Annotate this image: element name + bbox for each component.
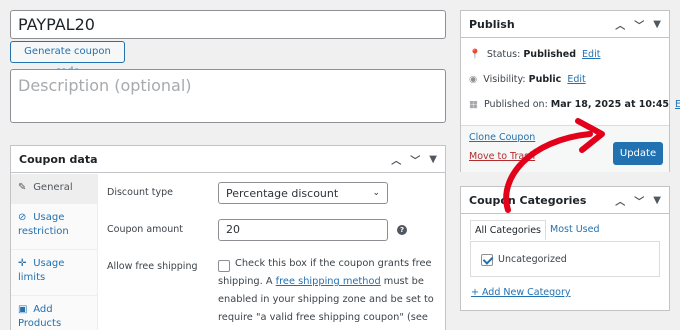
caret-down-icon[interactable]: ▼ <box>653 195 661 206</box>
description-textarea[interactable]: Description (optional) <box>10 69 446 123</box>
tab-all-categories[interactable]: All Categories <box>470 220 547 240</box>
tab-most-used[interactable]: Most Used <box>546 220 603 240</box>
pin-icon: 📍 <box>469 49 481 60</box>
tab-usage-limits-label-1: Usage <box>33 258 65 269</box>
annotation-arrow-icon <box>503 118 605 213</box>
tab-usage-restriction-label-1: Usage <box>33 212 65 223</box>
edit-visibility-link[interactable]: Edit <box>567 74 585 85</box>
status-value: Published <box>523 49 577 60</box>
tab-add-products[interactable]: ▣ Add Products <box>11 296 97 330</box>
publish-header: Publish ︿ ﹀ ▼ <box>461 11 669 38</box>
coupon-data-panel: Coupon data ︿ ﹀ ▼ ✎ General ⊘ Usage rest… <box>10 145 446 330</box>
edit-status-link[interactable]: Edit <box>582 49 600 60</box>
status-row: 📍 Status: Published Edit <box>469 49 600 60</box>
free-shipping-text-line4: require "a valid free shipping coupon" (… <box>218 312 428 323</box>
generate-coupon-code-button[interactable]: Generate coupon code <box>10 41 125 77</box>
coupon-title-input[interactable]: PAYPAL20 <box>10 10 446 39</box>
visibility-value: Public <box>528 74 562 85</box>
tab-usage-restriction-label-2: restriction <box>18 226 69 237</box>
free-shipping-text-line2: shipping. A free shipping method must be <box>218 273 435 291</box>
category-tabs: All Categories Most Used <box>470 220 604 240</box>
status-label: Status: <box>486 49 524 60</box>
eye-icon: ◉ <box>469 74 478 85</box>
tab-add-products-label-2: Products <box>18 318 62 329</box>
discount-type-value: Percentage discount <box>226 186 339 200</box>
update-button[interactable]: Update <box>613 142 663 165</box>
help-icon[interactable]: ? <box>397 225 407 235</box>
add-new-category-link[interactable]: + Add New Category <box>471 287 571 298</box>
chevron-down-icon[interactable]: ﹀ <box>410 152 420 167</box>
uncategorized-label: Uncategorized <box>498 254 567 265</box>
coupon-data-header: Coupon data ︿ ﹀ ▼ <box>11 146 445 173</box>
free-shipping-text-line3: enabled in your shipping zone and be set… <box>218 294 434 305</box>
coupon-amount-label: Coupon amount <box>107 224 184 235</box>
caret-down-icon[interactable]: ▼ <box>429 154 437 165</box>
chevron-up-icon[interactable]: ︿ <box>615 17 625 32</box>
free-shipping-text-2a: shipping. A <box>218 276 276 287</box>
box-icon: ▣ <box>18 304 28 315</box>
discount-type-select[interactable]: Percentage discount ⌄ <box>218 182 388 204</box>
free-shipping-checkbox[interactable] <box>218 260 230 272</box>
discount-type-label: Discount type <box>107 187 173 198</box>
chevron-down-icon: ⌄ <box>372 188 380 198</box>
chevron-down-icon[interactable]: ﹀ <box>634 193 644 208</box>
published-on-label: Published on: <box>483 99 551 110</box>
free-shipping-label: Allow free shipping <box>107 261 198 272</box>
calendar-icon: ▦ <box>469 99 478 110</box>
coupon-data-tabs: ✎ General ⊘ Usage restriction ✛ Usage li… <box>11 174 98 330</box>
published-on-row: ▦ Published on: Mar 18, 2025 at 10:45 Ed… <box>469 99 680 110</box>
publish-title: Publish <box>469 17 515 31</box>
tab-general-label: General <box>33 182 73 193</box>
free-shipping-description: Check this box if the coupon grants free… <box>218 255 435 330</box>
uncategorized-checkbox[interactable] <box>481 254 493 266</box>
caret-down-icon[interactable]: ▼ <box>653 19 661 30</box>
chevron-up-icon[interactable]: ︿ <box>391 152 401 167</box>
coupon-amount-input[interactable]: 20 <box>218 219 388 241</box>
free-shipping-text-line1: Check this box if the coupon grants free <box>235 258 432 269</box>
tab-usage-limits[interactable]: ✛ Usage limits <box>11 250 97 296</box>
wrench-icon: ✎ <box>18 182 27 193</box>
published-on-value: Mar 18, 2025 at 10:45 <box>550 99 670 110</box>
chevron-down-icon[interactable]: ﹀ <box>634 17 644 32</box>
visibility-label: Visibility: <box>483 74 529 85</box>
edit-date-link[interactable]: Edit <box>675 99 680 110</box>
ban-icon: ⊘ <box>18 212 27 223</box>
free-shipping-text-2b: must be <box>380 276 424 287</box>
visibility-row: ◉ Visibility: Public Edit <box>469 74 586 85</box>
tab-usage-limits-label-2: limits <box>18 272 46 283</box>
tab-add-products-label-1: Add <box>33 304 53 315</box>
coupon-data-title: Coupon data <box>19 152 98 166</box>
free-shipping-method-link[interactable]: free shipping method <box>276 276 381 287</box>
limits-icon: ✛ <box>18 258 27 269</box>
category-list: Uncategorized <box>470 241 660 277</box>
tab-usage-restriction[interactable]: ⊘ Usage restriction <box>11 204 97 250</box>
tab-general[interactable]: ✎ General <box>11 174 97 204</box>
